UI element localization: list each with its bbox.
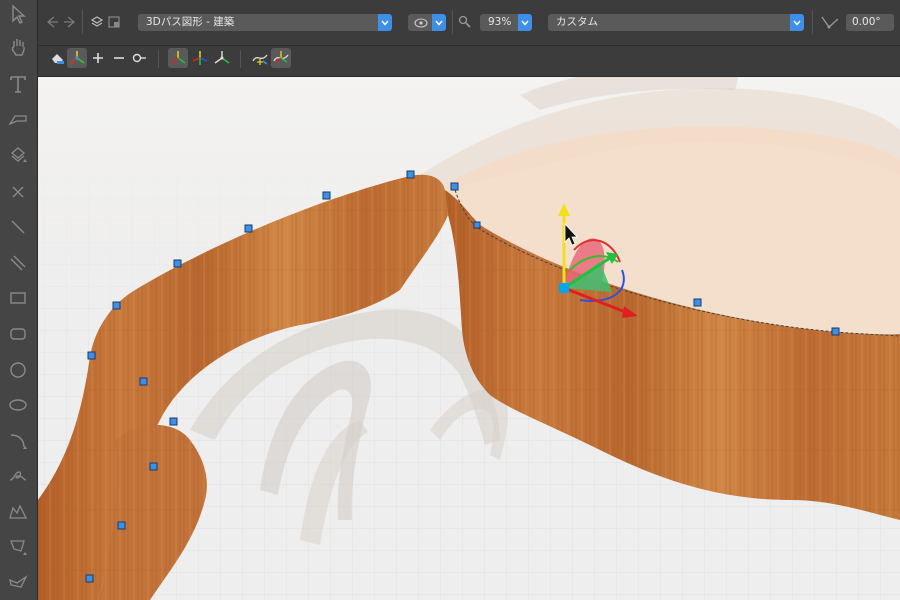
back-arrow-icon[interactable] [44, 14, 60, 30]
chevron-down-icon [432, 14, 446, 31]
line-tool[interactable] [4, 213, 32, 241]
hand-tool[interactable] [4, 33, 32, 61]
eye-icon [414, 18, 428, 28]
zoom-icon[interactable] [458, 15, 472, 29]
axis-view-1-icon [171, 51, 186, 64]
axis-icon [70, 51, 85, 64]
axis-view-1-button[interactable] [168, 48, 188, 68]
polyline-icon [9, 504, 28, 519]
delete-tool[interactable] [4, 178, 32, 206]
add-point-button[interactable] [88, 48, 108, 68]
remove-point-button[interactable] [109, 48, 129, 68]
minus-icon [114, 57, 124, 59]
arc-icon [10, 434, 27, 449]
toolbox [0, 0, 38, 600]
x-icon [12, 186, 24, 198]
double-line-tool[interactable] [4, 249, 32, 277]
separator [240, 50, 241, 68]
polygon-tool[interactable] [4, 532, 32, 560]
angle-icon [820, 14, 840, 30]
shape-tool[interactable] [4, 567, 32, 595]
zoom-value: 93% [488, 16, 512, 28]
layers-icon[interactable] [90, 15, 104, 29]
line-icon [11, 220, 25, 234]
fill-tool[interactable] [4, 140, 32, 168]
zoom-select[interactable]: 93% [480, 14, 532, 31]
text-tool[interactable] [4, 70, 32, 98]
rounded-rectangle-icon [10, 328, 26, 340]
stack-fill-icon [10, 147, 27, 162]
text-icon [10, 76, 26, 93]
rectangle-tool[interactable] [4, 284, 32, 312]
path-rotate-icon [273, 51, 289, 63]
view-mode-select[interactable] [408, 14, 446, 31]
freehand-tool[interactable] [4, 461, 32, 489]
node-icon [132, 53, 146, 63]
axis-view-2-icon [192, 51, 208, 65]
separator [158, 50, 159, 68]
double-line-icon [10, 255, 26, 271]
forward-arrow-icon[interactable] [62, 14, 78, 30]
arc-tool[interactable] [4, 426, 32, 454]
shape-icon [9, 575, 28, 588]
axis-view-3-icon [214, 51, 230, 64]
polyline-tool[interactable] [4, 497, 32, 525]
callout-tool[interactable] [4, 105, 32, 133]
circle-icon [10, 362, 26, 378]
separator [82, 10, 83, 34]
material-value: カスタム [556, 16, 598, 28]
ellipse-icon [9, 399, 27, 411]
axis-view-3-button[interactable] [212, 48, 232, 68]
path-rotate-button[interactable] [271, 48, 291, 68]
polygon-icon [10, 540, 27, 555]
callout-icon [8, 115, 27, 126]
path-edit-button[interactable] [250, 48, 270, 68]
chevron-down-icon [378, 14, 392, 31]
separator [812, 10, 813, 34]
canvas-viewport[interactable] [38, 77, 900, 600]
axis-view-2-button[interactable] [190, 48, 210, 68]
rounded-rectangle-tool[interactable] [4, 320, 32, 348]
material-select[interactable]: カスタム [548, 14, 804, 31]
freehand-icon [9, 471, 27, 481]
chevron-down-icon [518, 14, 532, 31]
eraser-icon [52, 54, 64, 64]
node-tool-button[interactable] [129, 48, 149, 68]
angle-input[interactable]: 0.00° [846, 14, 894, 31]
circle-tool[interactable] [4, 356, 32, 384]
rectangle-icon [10, 292, 26, 304]
plus-icon [93, 53, 103, 63]
page-icon[interactable] [107, 15, 121, 29]
pointer-icon [12, 4, 26, 24]
path-edit-icon [252, 54, 268, 65]
top-toolbar: 3Dパス図形 - 建築 93% カスタム 0.00° [38, 0, 900, 46]
separator [452, 10, 453, 34]
hand-icon [11, 39, 25, 56]
ellipse-tool[interactable] [4, 391, 32, 419]
axis-move-button[interactable] [67, 48, 87, 68]
chevron-down-icon [790, 14, 804, 31]
eraser-tool-button[interactable] [48, 48, 68, 68]
scene-3d [38, 77, 900, 600]
shape-type-value: 3Dパス図形 - 建築 [146, 16, 235, 28]
shape-type-select[interactable]: 3Dパス図形 - 建築 [138, 14, 392, 31]
select-arrow-tool[interactable] [4, 0, 32, 28]
